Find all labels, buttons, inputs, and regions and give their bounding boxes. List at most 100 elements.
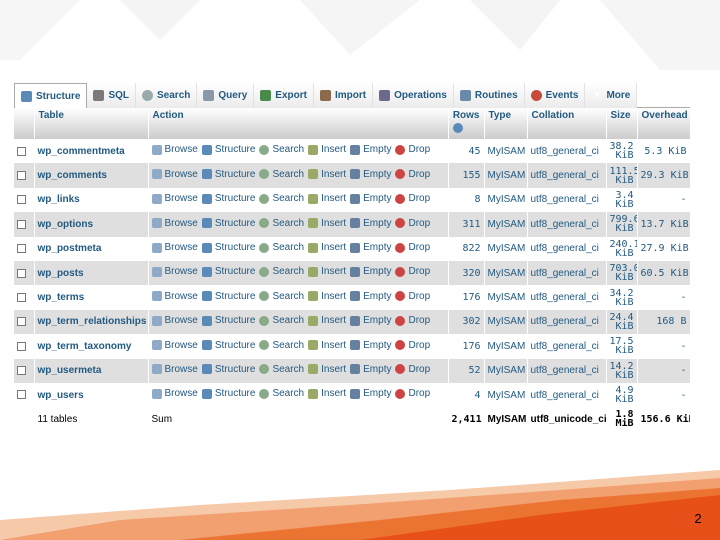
insert-action[interactable]: Insert <box>308 266 346 277</box>
table-name-link[interactable]: wp_postmeta <box>38 243 102 254</box>
structure-action[interactable]: Structure <box>201 388 255 399</box>
browse-action[interactable]: Browse <box>151 193 198 204</box>
size-cell[interactable]: 111.5 KiB <box>606 163 638 188</box>
search-action[interactable]: Search <box>259 388 304 399</box>
size-cell[interactable]: 799.6 KiB <box>606 212 638 237</box>
structure-action[interactable]: Structure <box>201 169 255 180</box>
empty-action[interactable]: Empty <box>350 291 391 302</box>
table-name-link[interactable]: wp_options <box>38 219 94 230</box>
header-collation[interactable]: Collation <box>527 108 607 139</box>
help-icon[interactable] <box>452 123 463 133</box>
drop-action[interactable]: Drop <box>395 169 430 180</box>
structure-action[interactable]: Structure <box>201 266 255 277</box>
structure-action[interactable]: Structure <box>201 193 255 204</box>
drop-action[interactable]: Drop <box>395 340 430 351</box>
empty-action[interactable]: Empty <box>350 218 391 229</box>
header-table[interactable]: Table <box>34 108 149 139</box>
empty-action[interactable]: Empty <box>350 144 391 155</box>
insert-action[interactable]: Insert <box>308 193 346 204</box>
insert-action[interactable]: Insert <box>308 144 346 155</box>
browse-action[interactable]: Browse <box>151 315 198 326</box>
drop-action[interactable]: Drop <box>395 291 430 302</box>
empty-action[interactable]: Empty <box>350 193 391 204</box>
row-checkbox[interactable] <box>17 244 26 254</box>
browse-action[interactable]: Browse <box>151 291 198 302</box>
table-name-link[interactable]: wp_term_relationships <box>38 316 147 327</box>
row-checkbox[interactable] <box>17 170 26 180</box>
row-checkbox[interactable] <box>17 195 26 205</box>
table-name-link[interactable]: wp_users <box>38 390 84 401</box>
header-rows-label[interactable]: Rows <box>453 110 480 121</box>
table-name-link[interactable]: wp_terms <box>38 292 85 303</box>
table-name-link[interactable]: wp_links <box>38 194 80 205</box>
structure-action[interactable]: Structure <box>201 315 255 326</box>
empty-action[interactable]: Empty <box>350 388 391 399</box>
search-action[interactable]: Search <box>259 242 304 253</box>
size-cell[interactable]: 703.0 KiB <box>606 260 638 286</box>
insert-action[interactable]: Insert <box>308 242 346 253</box>
empty-action[interactable]: Empty <box>350 364 391 375</box>
size-cell[interactable]: 24.4 KiB <box>606 309 638 335</box>
size-cell[interactable]: 34.2 KiB <box>606 285 638 310</box>
structure-action[interactable]: Structure <box>201 291 255 302</box>
row-checkbox[interactable] <box>17 317 26 327</box>
browse-action[interactable]: Browse <box>151 242 198 253</box>
drop-action[interactable]: Drop <box>395 218 430 229</box>
tab-operations[interactable]: Operations <box>373 83 454 108</box>
browse-action[interactable]: Browse <box>151 266 198 277</box>
row-checkbox[interactable] <box>17 292 26 302</box>
search-action[interactable]: Search <box>259 218 304 229</box>
row-checkbox[interactable] <box>17 268 26 278</box>
browse-action[interactable]: Browse <box>151 144 198 155</box>
size-cell[interactable]: 4.9 KiB <box>606 382 638 408</box>
tab-routines[interactable]: Routines <box>453 83 525 108</box>
insert-action[interactable]: Insert <box>308 340 346 351</box>
insert-action[interactable]: Insert <box>308 169 346 180</box>
insert-action[interactable]: Insert <box>308 218 346 229</box>
search-action[interactable]: Search <box>259 144 304 155</box>
tab-import[interactable]: Import <box>313 83 374 108</box>
drop-action[interactable]: Drop <box>395 388 430 399</box>
size-cell[interactable]: 240.1 KiB <box>606 236 638 261</box>
browse-action[interactable]: Browse <box>151 340 198 351</box>
row-checkbox[interactable] <box>17 341 26 351</box>
search-action[interactable]: Search <box>259 315 304 326</box>
empty-action[interactable]: Empty <box>350 340 391 351</box>
header-rows[interactable]: Rows <box>448 108 485 139</box>
tab-structure[interactable]: Structure <box>14 83 88 109</box>
size-cell[interactable]: 14.2 KiB <box>606 358 638 383</box>
insert-action[interactable]: Insert <box>308 315 346 326</box>
row-checkbox[interactable] <box>17 366 26 376</box>
browse-action[interactable]: Browse <box>151 388 198 399</box>
drop-action[interactable]: Drop <box>395 242 430 253</box>
size-cell[interactable]: 38.2 KiB <box>606 139 638 164</box>
tab-search[interactable]: Search <box>136 83 198 108</box>
search-action[interactable]: Search <box>259 291 304 302</box>
empty-action[interactable]: Empty <box>350 169 391 180</box>
tab-sql[interactable]: SQL <box>87 83 137 108</box>
search-action[interactable]: Search <box>259 266 304 277</box>
table-name-link[interactable]: wp_posts <box>38 268 84 279</box>
size-cell[interactable]: 3.4 KiB <box>606 187 638 213</box>
table-name-link[interactable]: wp_term_taxonomy <box>38 341 132 352</box>
search-action[interactable]: Search <box>259 340 304 351</box>
search-action[interactable]: Search <box>259 169 304 180</box>
drop-action[interactable]: Drop <box>395 315 430 326</box>
header-overhead[interactable]: Overhead <box>637 108 691 139</box>
tab-export[interactable]: Export <box>254 83 314 108</box>
header-size[interactable]: Size <box>606 108 638 139</box>
structure-action[interactable]: Structure <box>201 364 255 375</box>
search-action[interactable]: Search <box>259 193 304 204</box>
row-checkbox[interactable] <box>17 390 26 400</box>
drop-action[interactable]: Drop <box>395 364 430 375</box>
structure-action[interactable]: Structure <box>201 340 255 351</box>
structure-action[interactable]: Structure <box>201 242 255 253</box>
tab-more[interactable]: ▼ More <box>585 83 638 108</box>
browse-action[interactable]: Browse <box>151 364 198 375</box>
insert-action[interactable]: Insert <box>308 291 346 302</box>
insert-action[interactable]: Insert <box>308 364 346 375</box>
drop-action[interactable]: Drop <box>395 193 430 204</box>
tab-events[interactable]: Events <box>524 83 586 108</box>
tab-query[interactable]: Query <box>197 83 255 108</box>
search-action[interactable]: Search <box>259 364 304 375</box>
